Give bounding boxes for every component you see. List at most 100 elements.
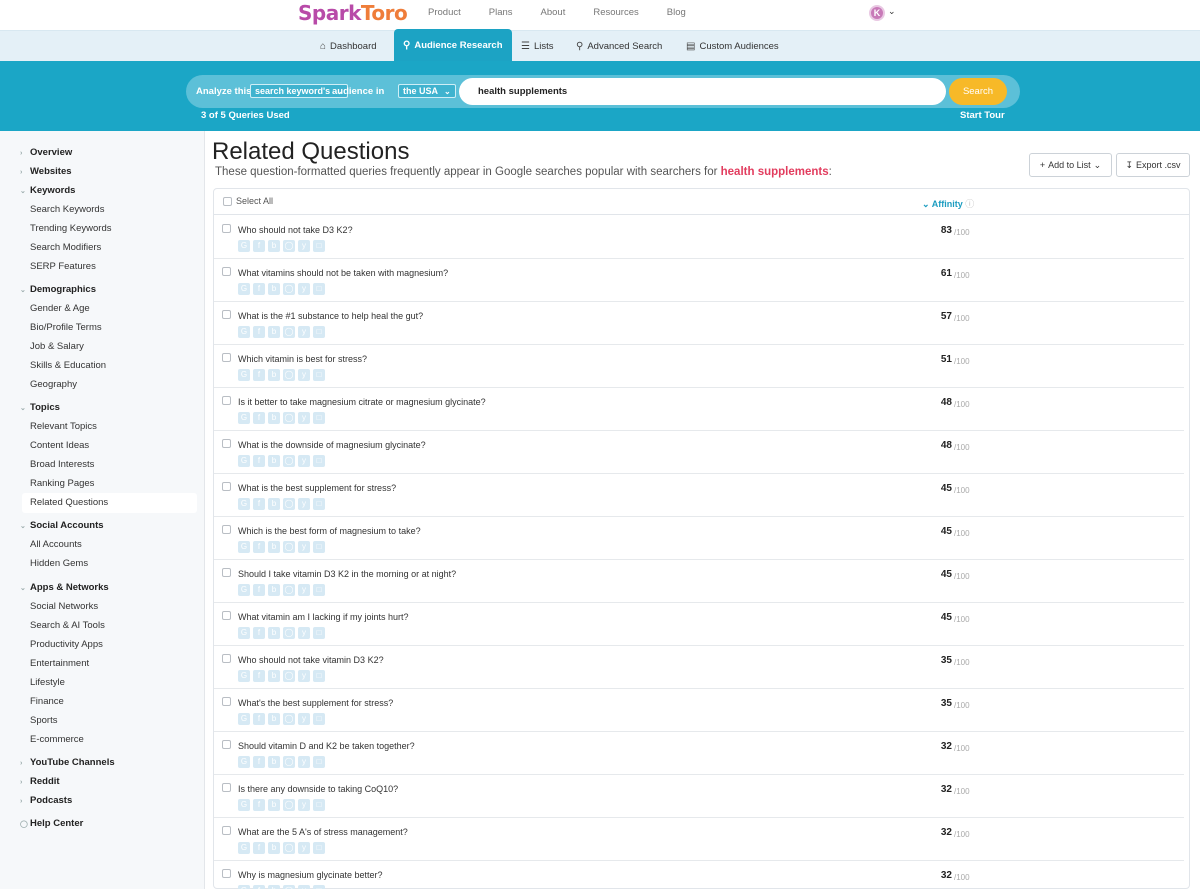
yahoo-icon[interactable]: y <box>298 326 310 338</box>
copy-icon[interactable]: □ <box>313 670 325 682</box>
question-text[interactable]: What's the best supplement for stress? <box>238 698 393 708</box>
yahoo-icon[interactable]: y <box>298 369 310 381</box>
question-text[interactable]: What is the best supplement for stress? <box>238 483 396 493</box>
google-icon[interactable]: G <box>238 283 250 295</box>
yahoo-icon[interactable]: y <box>298 412 310 424</box>
sparktoro-logo[interactable]: SparkToro <box>298 1 408 25</box>
bing-icon[interactable]: b <box>268 412 280 424</box>
duckduckgo-icon[interactable]: ◯ <box>283 541 295 553</box>
sidebar-item-ranking-pages[interactable]: Ranking Pages <box>30 478 94 489</box>
google-icon[interactable]: G <box>238 541 250 553</box>
duckduckgo-icon[interactable]: ◯ <box>283 756 295 768</box>
facebook-icon[interactable]: f <box>253 584 265 596</box>
sidebar-item-entertainment[interactable]: Entertainment <box>30 658 89 669</box>
duckduckgo-icon[interactable]: ◯ <box>283 455 295 467</box>
yahoo-icon[interactable]: y <box>298 240 310 252</box>
nav-link-resources[interactable]: Resources <box>593 7 638 18</box>
tab-dashboard[interactable]: ⌂ Dashboard <box>320 31 377 62</box>
sidebar-item-related-questions[interactable]: Related Questions <box>30 497 108 508</box>
row-checkbox[interactable] <box>222 740 231 749</box>
duckduckgo-icon[interactable]: ◯ <box>283 498 295 510</box>
question-text[interactable]: Who should not take vitamin D3 K2? <box>238 655 384 665</box>
question-text[interactable]: What is the #1 substance to help heal th… <box>238 311 423 321</box>
yahoo-icon[interactable]: y <box>298 283 310 295</box>
question-text[interactable]: Is there any downside to taking CoQ10? <box>238 784 398 794</box>
row-checkbox[interactable] <box>222 826 231 835</box>
question-text[interactable]: Should vitamin D and K2 be taken togethe… <box>238 741 415 751</box>
tab-custom-audiences[interactable]: ▤ Custom Audiences <box>686 31 779 62</box>
facebook-icon[interactable]: f <box>253 756 265 768</box>
yahoo-icon[interactable]: y <box>298 627 310 639</box>
facebook-icon[interactable]: f <box>253 799 265 811</box>
bing-icon[interactable]: b <box>268 326 280 338</box>
sidebar-section-apps-networks[interactable]: ⌄ Apps & Networks <box>20 582 109 593</box>
bing-icon[interactable]: b <box>268 369 280 381</box>
google-icon[interactable]: G <box>238 412 250 424</box>
sidebar-item-trending-keywords[interactable]: Trending Keywords <box>30 223 112 234</box>
tab-lists[interactable]: ☰ Lists <box>521 31 554 62</box>
google-icon[interactable]: G <box>238 799 250 811</box>
sidebar-item-search-keywords[interactable]: Search Keywords <box>30 204 104 215</box>
sidebar-item-productivity-apps[interactable]: Productivity Apps <box>30 639 103 650</box>
facebook-icon[interactable]: f <box>253 842 265 854</box>
nav-link-plans[interactable]: Plans <box>489 7 513 18</box>
sidebar-section-websites[interactable]: › Websites <box>20 166 72 177</box>
row-checkbox[interactable] <box>222 697 231 706</box>
google-icon[interactable]: G <box>238 842 250 854</box>
facebook-icon[interactable]: f <box>253 541 265 553</box>
copy-icon[interactable]: □ <box>313 412 325 424</box>
duckduckgo-icon[interactable]: ◯ <box>283 369 295 381</box>
yahoo-icon[interactable]: y <box>298 670 310 682</box>
bing-icon[interactable]: b <box>268 885 280 889</box>
bing-icon[interactable]: b <box>268 498 280 510</box>
row-checkbox[interactable] <box>222 654 231 663</box>
google-icon[interactable]: G <box>238 369 250 381</box>
nav-link-blog[interactable]: Blog <box>667 7 686 18</box>
question-text[interactable]: Why is magnesium glycinate better? <box>238 870 383 880</box>
bing-icon[interactable]: b <box>268 283 280 295</box>
row-checkbox[interactable] <box>222 224 231 233</box>
yahoo-icon[interactable]: y <box>298 799 310 811</box>
duckduckgo-icon[interactable]: ◯ <box>283 670 295 682</box>
chevron-down-icon[interactable]: ⌄ <box>888 6 896 17</box>
row-checkbox[interactable] <box>222 353 231 362</box>
sidebar-section-reddit[interactable]: › Reddit <box>20 776 60 787</box>
google-icon[interactable]: G <box>238 713 250 725</box>
select-all-label[interactable]: Select All <box>236 196 273 206</box>
add-to-list-button[interactable]: + Add to List ⌄ <box>1029 153 1112 177</box>
bing-icon[interactable]: b <box>268 842 280 854</box>
bing-icon[interactable]: b <box>268 713 280 725</box>
sidebar-item-lifestyle[interactable]: Lifestyle <box>30 677 65 688</box>
country-select[interactable]: the USA ⌄ <box>398 84 456 98</box>
copy-icon[interactable]: □ <box>313 627 325 639</box>
duckduckgo-icon[interactable]: ◯ <box>283 713 295 725</box>
nav-link-product[interactable]: Product <box>428 7 461 18</box>
avatar[interactable]: K <box>869 5 885 21</box>
yahoo-icon[interactable]: y <box>298 541 310 553</box>
row-checkbox[interactable] <box>222 439 231 448</box>
duckduckgo-icon[interactable]: ◯ <box>283 627 295 639</box>
sidebar-section-youtube-channels[interactable]: › YouTube Channels <box>20 757 115 768</box>
sidebar-item-social-networks[interactable]: Social Networks <box>30 601 98 612</box>
row-checkbox[interactable] <box>222 783 231 792</box>
duckduckgo-icon[interactable]: ◯ <box>283 283 295 295</box>
sidebar-item-geography[interactable]: Geography <box>30 379 77 390</box>
sidebar-item-search-ai-tools[interactable]: Search & AI Tools <box>30 620 105 631</box>
duckduckgo-icon[interactable]: ◯ <box>283 799 295 811</box>
nav-link-about[interactable]: About <box>541 7 566 18</box>
tab-advanced-search[interactable]: ⚲ Advanced Search <box>576 31 662 62</box>
sidebar-section-topics[interactable]: ⌄ Topics <box>20 402 60 413</box>
sidebar-item-broad-interests[interactable]: Broad Interests <box>30 459 94 470</box>
copy-icon[interactable]: □ <box>313 240 325 252</box>
sidebar-section-demographics[interactable]: ⌄ Demographics <box>20 284 96 295</box>
duckduckgo-icon[interactable]: ◯ <box>283 326 295 338</box>
question-text[interactable]: Which vitamin is best for stress? <box>238 354 367 364</box>
copy-icon[interactable]: □ <box>313 541 325 553</box>
yahoo-icon[interactable]: y <box>298 885 310 889</box>
question-text[interactable]: Which is the best form of magnesium to t… <box>238 526 421 536</box>
bing-icon[interactable]: b <box>268 584 280 596</box>
facebook-icon[interactable]: f <box>253 240 265 252</box>
yahoo-icon[interactable]: y <box>298 584 310 596</box>
question-text[interactable]: What is the downside of magnesium glycin… <box>238 440 426 450</box>
google-icon[interactable]: G <box>238 584 250 596</box>
